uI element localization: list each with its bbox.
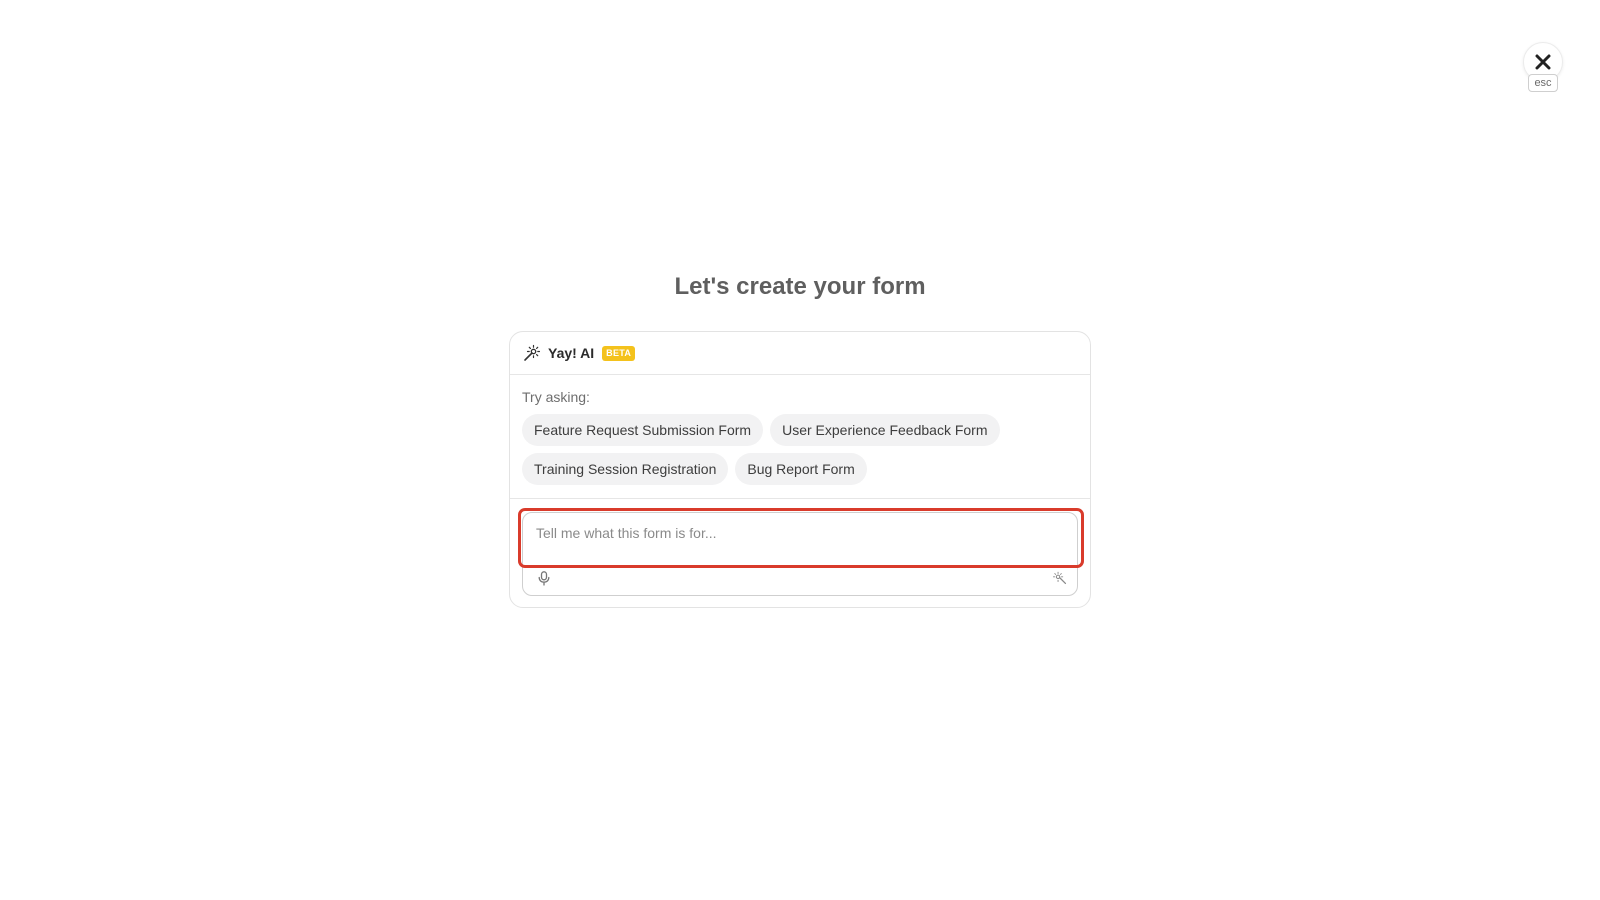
beta-badge: BETA bbox=[602, 345, 636, 361]
microphone-icon bbox=[538, 570, 550, 586]
esc-key-hint: esc bbox=[1528, 74, 1558, 92]
suggestion-row: Feature Request Submission Form User Exp… bbox=[522, 414, 1078, 446]
suggestion-row: Training Session Registration Bug Report… bbox=[522, 453, 1078, 485]
assistant-name: Yay! AI bbox=[548, 345, 595, 361]
card-header: Yay! AI BETA bbox=[510, 332, 1090, 375]
page-title: Let's create your form bbox=[674, 273, 926, 300]
suggestion-chip[interactable]: Training Session Registration bbox=[522, 453, 729, 485]
close-control[interactable]: esc bbox=[1522, 42, 1564, 92]
ai-form-builder-card: Yay! AI BETA Try asking: Feature Request… bbox=[509, 331, 1091, 608]
prompt-input[interactable] bbox=[523, 513, 1077, 571]
try-asking-label: Try asking: bbox=[522, 389, 590, 405]
microphone-button[interactable] bbox=[536, 570, 552, 586]
suggestion-chip[interactable]: Bug Report Form bbox=[735, 453, 867, 485]
prompt-box bbox=[522, 512, 1078, 596]
suggestions-section: Try asking: Feature Request Submission F… bbox=[510, 375, 1090, 499]
suggestion-chip[interactable]: User Experience Feedback Form bbox=[770, 414, 1000, 446]
generate-button[interactable] bbox=[1052, 570, 1068, 586]
prompt-zone bbox=[510, 499, 1090, 596]
suggestion-chip[interactable]: Feature Request Submission Form bbox=[522, 414, 764, 446]
magic-wand-icon bbox=[1053, 571, 1067, 585]
close-icon bbox=[1535, 54, 1551, 70]
magic-wand-icon bbox=[522, 344, 540, 362]
